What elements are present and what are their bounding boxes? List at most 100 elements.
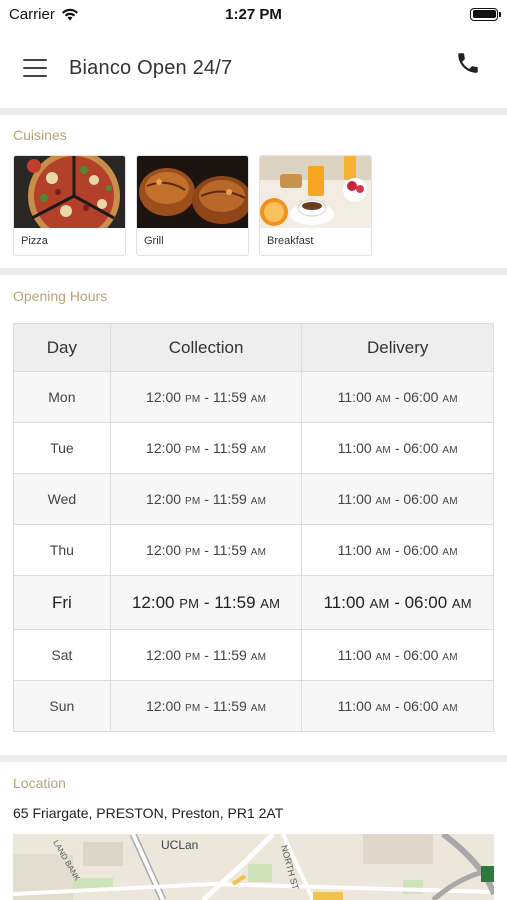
collection-hours-cell: 12:00 PM - 11:59 AM — [109, 629, 303, 681]
time-label: 11:00 — [337, 542, 372, 558]
delivery-hours-cell: 11:00 AM - 06:00 AM — [301, 680, 494, 732]
time-label: 11:00 — [337, 698, 372, 714]
location-label: Location — [13, 775, 66, 791]
cuisine-label: Breakfast — [267, 235, 314, 247]
ampm-label: AM — [369, 595, 390, 611]
ampm-label: PM — [184, 445, 201, 456]
time-label: - 11:59 — [200, 542, 247, 558]
header-day: Day — [13, 323, 111, 372]
day-cell: Thu — [13, 524, 111, 576]
ampm-label: AM — [260, 595, 281, 611]
delivery-hours-cell: 11:00 AM - 06:00 AM — [301, 371, 494, 423]
time-label: - 11:59 — [200, 389, 247, 405]
location-address: 65 Friargate, PRESTON, Preston, PR1 2AT — [13, 805, 284, 821]
table-row: Fri 12:00 PM - 11:59 AM 11:00 AM - 06:00 A… — [13, 575, 494, 630]
time-label: 11:00 — [337, 440, 372, 456]
hamburger-menu-icon[interactable] — [23, 59, 47, 77]
table-row: Wed 12:00 PM - 11:59 AM 11:00 AM - 06:00 A… — [13, 473, 494, 525]
time-label: - 11:59 — [200, 647, 247, 663]
delivery-hours-cell: 11:00 AM - 06:00 AM — [301, 422, 494, 474]
page-title: Bianco Open 24/7 — [69, 56, 233, 79]
ampm-label: AM — [250, 547, 267, 558]
time-label: - 06:00 — [390, 542, 439, 558]
time-label: 12:00 — [146, 647, 182, 663]
ampm-label: PM — [184, 394, 201, 405]
section-divider — [0, 108, 507, 115]
time-label: - 11:59 — [200, 440, 247, 456]
table-row: Tue 12:00 PM - 11:59 AM 11:00 AM - 06:00 A… — [13, 422, 494, 474]
collection-hours-cell: 12:00 PM - 11:59 AM — [109, 422, 303, 474]
opening-hours-table: Day Collection Delivery Mon 12:00 PM - 11… — [13, 323, 494, 732]
ampm-label: AM — [375, 445, 391, 456]
ampm-label: AM — [375, 496, 391, 507]
ampm-label: PM — [184, 496, 201, 507]
grill-image — [137, 156, 248, 228]
header-delivery: Delivery — [301, 323, 494, 372]
header-collection: Collection — [109, 323, 303, 372]
time-label: 11:00 — [337, 647, 372, 663]
time-label: 12:00 — [146, 542, 182, 558]
cuisine-card-breakfast[interactable]: Breakfast — [259, 155, 372, 256]
day-cell: Sat — [13, 629, 111, 681]
table-row: Sat 12:00 PM - 11:59 AM 11:00 AM - 06:00 A… — [13, 629, 494, 681]
ampm-label: AM — [375, 652, 391, 663]
time-label: - 06:00 — [390, 647, 439, 663]
time-label: 11:00 — [323, 592, 365, 612]
time-label: - 11:59 — [200, 698, 247, 714]
ampm-label: AM — [442, 445, 458, 456]
day-cell: Wed — [13, 473, 111, 525]
ampm-label: AM — [451, 595, 472, 611]
time-label: 11:00 — [337, 491, 372, 507]
collection-hours-cell: 12:00 PM - 11:59 AM — [109, 371, 303, 423]
status-bar: Carrier 1:27 PM — [0, 0, 507, 28]
time-label: 12:00 — [146, 698, 182, 714]
cuisines-label: Cuisines — [13, 127, 67, 143]
day-cell: Sun — [13, 680, 111, 732]
ampm-label: PM — [184, 703, 201, 714]
cuisines-list: Pizza Grill Breakfast — [13, 155, 372, 256]
ampm-label: AM — [375, 547, 391, 558]
time-label: - 06:00 — [389, 592, 448, 612]
ampm-label: PM — [179, 595, 200, 611]
table-header-row: Day Collection Delivery — [13, 323, 494, 372]
ampm-label: AM — [375, 703, 391, 714]
ampm-label: AM — [250, 703, 267, 714]
ampm-label: AM — [250, 394, 267, 405]
cuisine-label: Pizza — [21, 235, 48, 247]
pizza-image — [14, 156, 125, 228]
breakfast-image — [260, 156, 371, 228]
opening-hours-body: Mon 12:00 PM - 11:59 AM 11:00 AM - 06:00 A… — [13, 371, 494, 732]
delivery-hours-cell: 11:00 AM - 06:00 AM — [301, 473, 494, 525]
time-label: 11:00 — [337, 389, 372, 405]
time-label: - 06:00 — [390, 389, 439, 405]
phone-icon[interactable] — [455, 50, 481, 76]
section-divider — [0, 755, 507, 762]
delivery-hours-cell: 11:00 AM - 06:00 AM — [301, 629, 494, 681]
ampm-label: AM — [442, 394, 458, 405]
carrier-label: Carrier — [9, 5, 55, 23]
opening-hours-label: Opening Hours — [13, 288, 108, 304]
day-cell: Fri — [13, 575, 111, 630]
ampm-label: AM — [250, 496, 267, 507]
location-map[interactable]: UCLan NORTH ST LAND BANK — [13, 834, 494, 900]
cuisine-card-pizza[interactable]: Pizza — [13, 155, 126, 256]
day-cell: Mon — [13, 371, 111, 423]
cuisine-card-grill[interactable]: Grill — [136, 155, 249, 256]
map-label-uclan: UCLan — [161, 838, 198, 852]
time-label: - 11:59 — [200, 491, 247, 507]
collection-hours-cell: 12:00 PM - 11:59 AM — [109, 575, 303, 630]
delivery-hours-cell: 11:00 AM - 06:00 AM — [301, 575, 494, 630]
day-cell: Tue — [13, 422, 111, 474]
collection-hours-cell: 12:00 PM - 11:59 AM — [109, 473, 303, 525]
table-row: Thu 12:00 PM - 11:59 AM 11:00 AM - 06:00 A… — [13, 524, 494, 576]
delivery-hours-cell: 11:00 AM - 06:00 AM — [301, 524, 494, 576]
ampm-label: AM — [250, 445, 267, 456]
table-row: Sun 12:00 PM - 11:59 AM 11:00 AM - 06:00 A… — [13, 680, 494, 732]
ampm-label: AM — [442, 652, 458, 663]
collection-hours-cell: 12:00 PM - 11:59 AM — [109, 524, 303, 576]
ampm-label: PM — [184, 547, 201, 558]
time-label: 12:00 — [146, 440, 182, 456]
table-row: Mon 12:00 PM - 11:59 AM 11:00 AM - 06:00 A… — [13, 371, 494, 423]
ampm-label: AM — [250, 652, 267, 663]
ampm-label: AM — [375, 394, 391, 405]
